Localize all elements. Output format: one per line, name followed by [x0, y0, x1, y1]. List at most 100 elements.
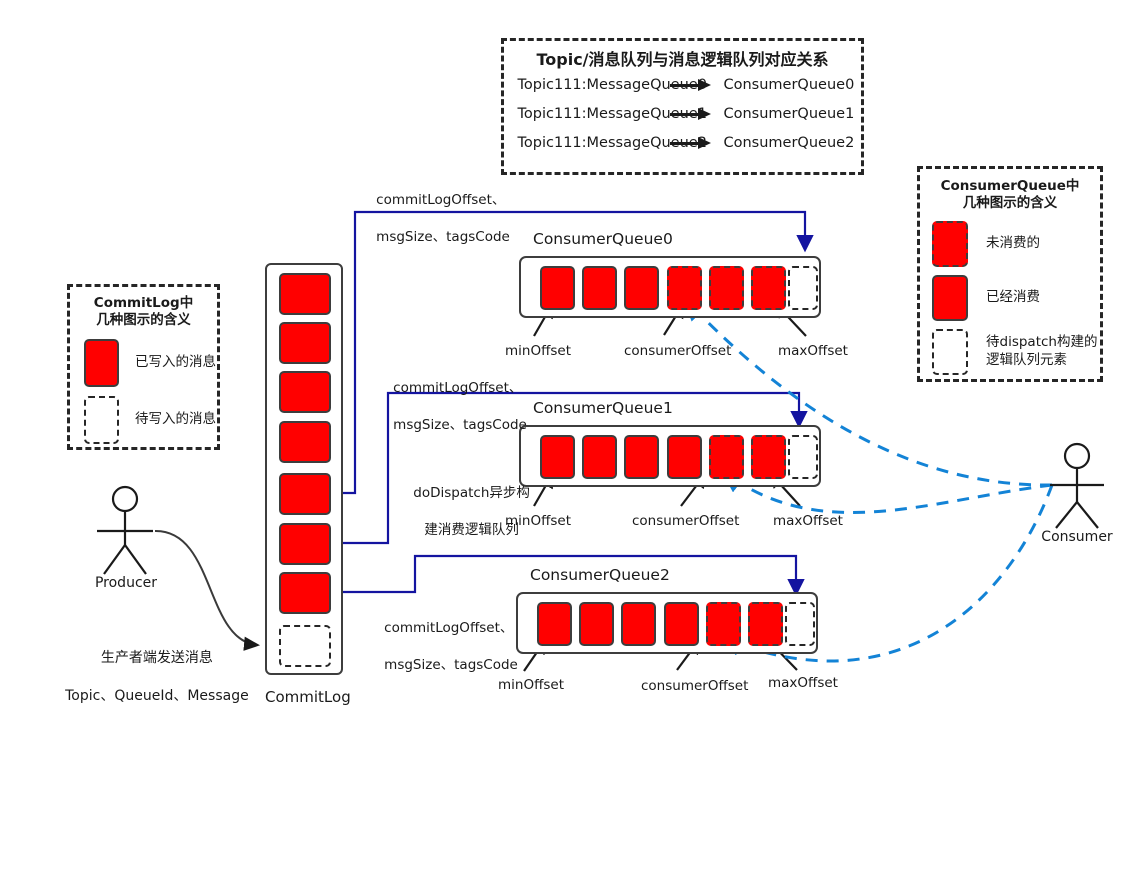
filled-dashed-cell-icon [932, 220, 968, 267]
topic-mq-label-2: Topic111:MessageQueue2 [517, 134, 707, 151]
dispatch-label-0-line1: commitLogOffset、 [376, 192, 506, 209]
dispatch-label-2-line1: commitLogOffset、 [384, 620, 514, 637]
legend-pending-dispatch-line1: 待dispatch构建的 [986, 333, 1098, 350]
cq-cell-unconsumed [709, 435, 744, 479]
cq-cell-consumed [624, 435, 659, 479]
dispatch-label-1-line1: commitLogOffset、 [393, 380, 523, 397]
cq-cell-consumed [667, 435, 702, 479]
cq-cell-consumed [664, 602, 699, 646]
legend-item-pending-dispatch: 待dispatch构建的 逻辑队列元素 [920, 328, 1100, 375]
dispatch-label-0: commitLogOffset、 msgSize、tagsCode [359, 173, 510, 264]
dodispatch-label-line2: 建消费逻辑队列 [424, 521, 519, 538]
topic-mq-label-1: Topic111:MessageQueue1 [517, 105, 707, 122]
topic-mapping-row: Topic111:MessageQueue0 ConsumerQueue0 [504, 70, 861, 99]
consumer-queue-0-box [519, 256, 821, 318]
cq-cell-consumed [540, 435, 575, 479]
cq-cell-consumed [540, 266, 575, 310]
commitlog-container [265, 263, 343, 675]
cq-cell-unconsumed [667, 266, 702, 310]
cq-cell-consumed [537, 602, 572, 646]
dodispatch-label-line1: doDispatch异步构 [413, 485, 530, 502]
producer-caption: Producer [94, 575, 158, 591]
producer-send-note-line2: Topic、QueueId、Message [65, 687, 249, 704]
consumer-queue-label-1: ConsumerQueue1 [723, 105, 855, 122]
consumer-queue-label-2: ConsumerQueue2 [723, 134, 855, 151]
cq1-consumer-offset-label: consumerOffset [632, 513, 740, 529]
legend-label-consumed: 已经消费 [986, 288, 1040, 305]
cq2-max-offset-label: maxOffset [768, 675, 838, 691]
dispatch-label-2-line2: msgSize、tagsCode [384, 656, 518, 673]
cq2-consumer-offset-label: consumerOffset [641, 678, 749, 694]
topic-mapping-row: Topic111:MessageQueue2 ConsumerQueue2 [504, 128, 861, 157]
cq-cell-unconsumed [748, 602, 783, 646]
consumer-figure [1050, 442, 1104, 529]
arrow-right-icon [669, 107, 716, 121]
dispatch-label-2: commitLogOffset、 msgSize、tagsCode [367, 601, 518, 692]
commitlog-cell [279, 421, 331, 463]
consumer-queue-1-title: ConsumerQueue1 [533, 399, 673, 417]
cq0-max-offset-label: maxOffset [778, 343, 848, 359]
commitlog-cell [279, 371, 331, 413]
consumer-queue-label-0: ConsumerQueue0 [723, 76, 855, 93]
commitlog-legend-title-line1: CommitLog中 [93, 295, 194, 311]
cq0-consumer-offset-label: consumerOffset [624, 343, 732, 359]
cq-cell-consumed [624, 266, 659, 310]
commitlog-cell [279, 523, 331, 565]
topic-mapping-row: Topic111:MessageQueue1 ConsumerQueue1 [504, 99, 861, 128]
legend-item-written: 已写入的消息 [70, 338, 217, 387]
arrow-right-icon [669, 136, 716, 150]
cq-cell-unconsumed [706, 602, 741, 646]
cq-legend-title: ConsumerQueue中 几种图示的含义 [920, 178, 1100, 213]
topic-legend-title: Topic/消息队列与消息逻辑队列对应关系 [536, 50, 829, 69]
legend-item-consumed: 已经消费 [920, 274, 1100, 321]
cq-cell-unconsumed [751, 266, 786, 310]
cq-cell-unconsumed [709, 266, 744, 310]
commitlog-cell [279, 572, 331, 614]
filled-solid-cell-icon [932, 274, 968, 321]
commitlog-caption: CommitLog [265, 688, 351, 706]
empty-dashed-cell-icon [84, 395, 119, 444]
consumer-queue-1-box [519, 425, 821, 487]
producer-send-note: 生产者端发送消息 Topic、QueueId、Message [28, 630, 268, 724]
dispatch-label-1-line2: msgSize、tagsCode [393, 416, 527, 433]
dispatch-label-0-line2: msgSize、tagsCode [376, 228, 510, 245]
commitlog-cell [279, 322, 331, 364]
filled-solid-cell-icon [84, 338, 119, 387]
commitlog-cell [279, 273, 331, 315]
empty-dashed-cell-icon [932, 328, 968, 375]
commitlog-cell [279, 473, 331, 515]
cq-cell-pending [788, 266, 818, 310]
consumer-queue-0-title: ConsumerQueue0 [533, 230, 673, 248]
commitlog-legend-title: CommitLog中 几种图示的含义 [70, 295, 217, 330]
cq-cell-unconsumed [751, 435, 786, 479]
commitlog-pending-cell [279, 625, 331, 667]
arrow-right-icon [669, 78, 716, 92]
cq-cell-pending [785, 602, 815, 646]
cq-legend-title-line1: ConsumerQueue中 [940, 178, 1080, 194]
consumer-queue-2-box [516, 592, 818, 654]
dispatch-label-1: commitLogOffset、 msgSize、tagsCode [376, 361, 527, 452]
topic-mapping-legend: Topic/消息队列与消息逻辑队列对应关系 Topic111:MessageQu… [501, 38, 864, 175]
legend-label-written: 已写入的消息 [135, 353, 216, 370]
cq-legend-title-line2: 几种图示的含义 [962, 195, 1058, 212]
commitlog-legend: CommitLog中 几种图示的含义 已写入的消息 待写入的消息 [67, 284, 220, 450]
legend-item-unconsumed: 未消费的 [920, 220, 1100, 267]
diagram-canvas: Topic/消息队列与消息逻辑队列对应关系 Topic111:MessageQu… [0, 0, 1133, 877]
legend-item-pending: 待写入的消息 [70, 395, 217, 444]
consumer-queue-2-title: ConsumerQueue2 [530, 566, 670, 584]
cq1-max-offset-label: maxOffset [773, 513, 843, 529]
producer-send-note-line1: 生产者端发送消息 [100, 649, 213, 666]
consumer-caption: Consumer [1041, 529, 1113, 545]
legend-label-pending-dispatch: 待dispatch构建的 逻辑队列元素 [986, 334, 1097, 369]
cq-cell-pending [788, 435, 818, 479]
cq-cell-consumed [621, 602, 656, 646]
legend-label-unconsumed: 未消费的 [986, 234, 1040, 251]
cq-cell-consumed [579, 602, 614, 646]
topic-mq-label-0: Topic111:MessageQueue0 [517, 76, 707, 93]
cq-cell-consumed [582, 435, 617, 479]
legend-pending-dispatch-line2: 逻辑队列元素 [986, 351, 1067, 368]
consumerqueue-legend: ConsumerQueue中 几种图示的含义 未消费的 已经消费 待dispat… [917, 166, 1103, 382]
commitlog-legend-title-line2: 几种图示的含义 [96, 312, 191, 329]
legend-label-pending: 待写入的消息 [135, 410, 216, 427]
dodispatch-label: doDispatch异步构 建消费逻辑队列 [388, 466, 538, 557]
